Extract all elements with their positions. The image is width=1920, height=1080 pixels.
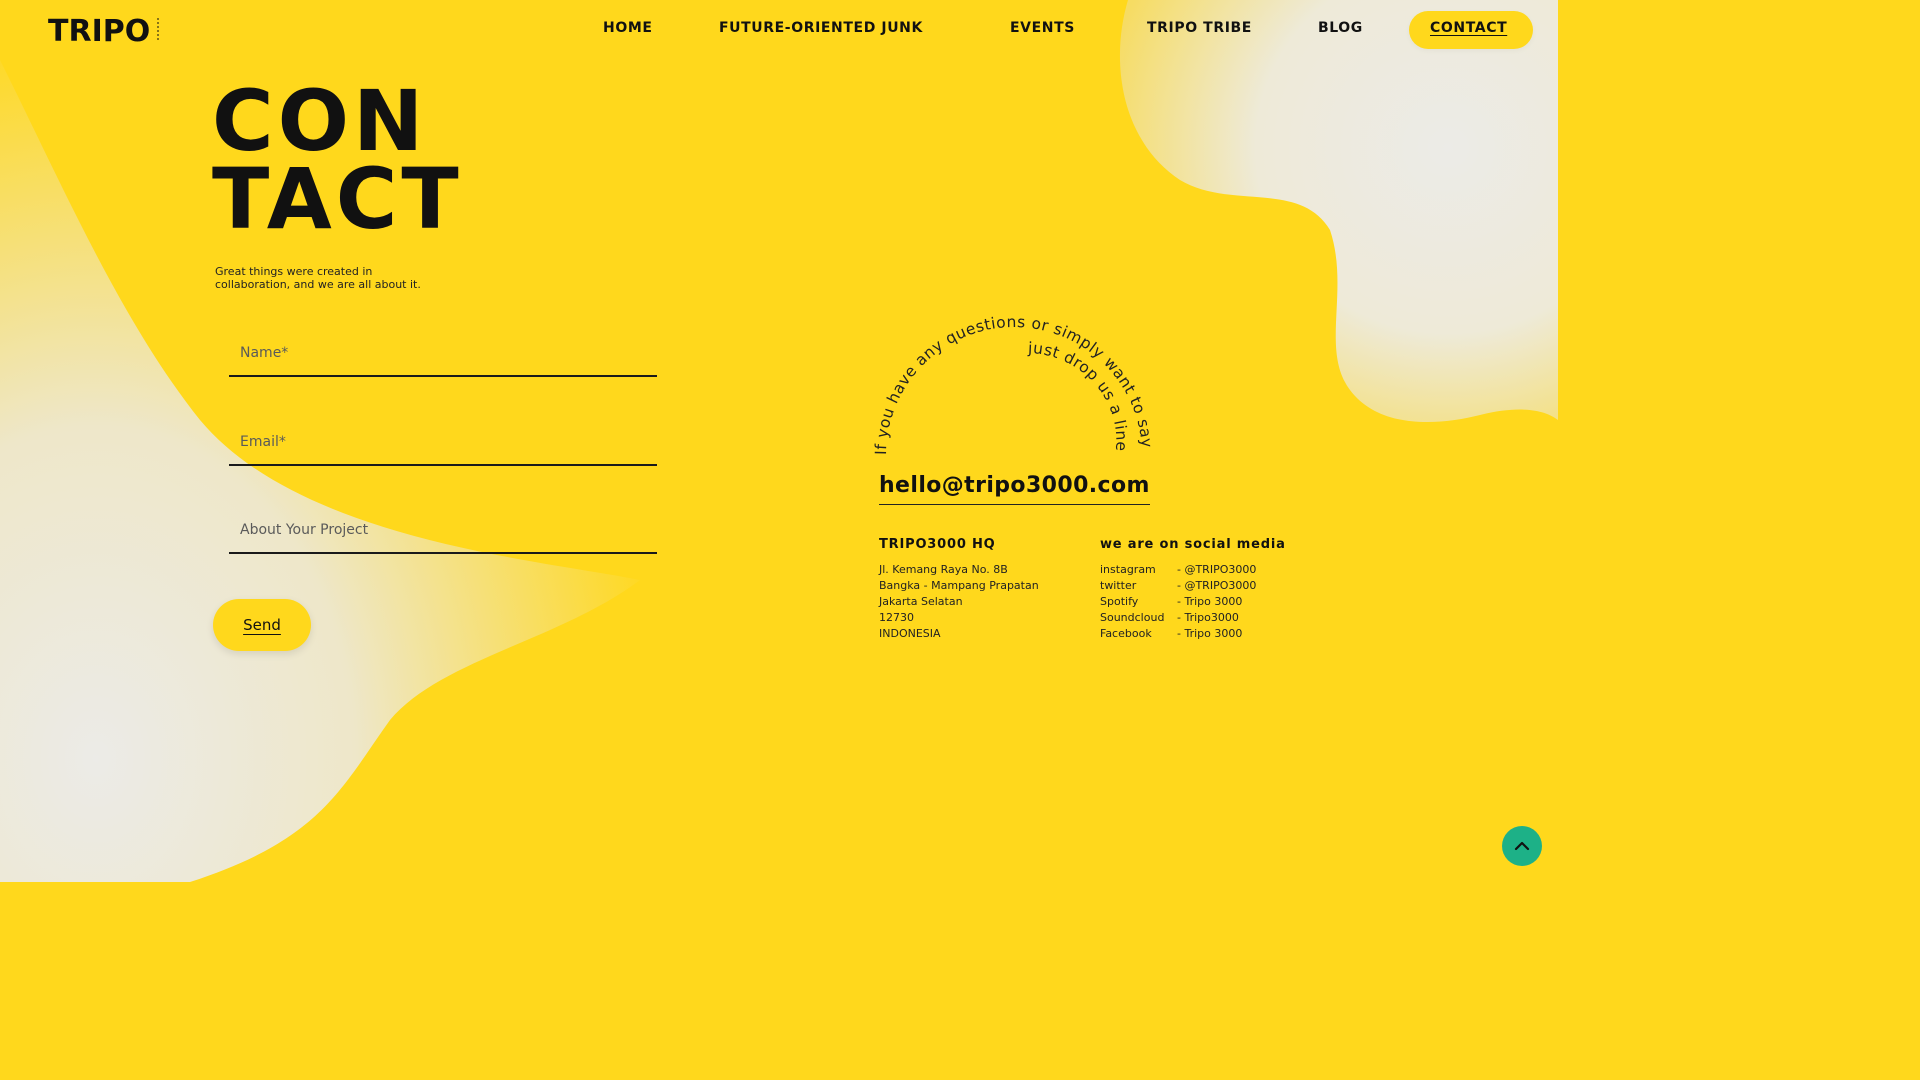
address-line: INDONESIA [879,627,941,640]
social-name: Spotify [1100,595,1139,608]
arc-invitation-text: If you have any questions or simply want… [860,305,1156,455]
logo-text: TRIPO [48,14,150,48]
address-line: Jl. Kemang Raya No. 8B [879,563,1008,576]
social-handle: - Tripo 3000 [1177,595,1243,608]
address-line: Bangka - Mampang Prapatan [879,579,1039,592]
social-links: instagram - @TRIPO3000 twitter - @TRIPO3… [1100,562,1256,642]
top-navigation: TRIPO HOME FUTURE-ORIENTED JUNK EVENTS T… [0,0,1558,60]
page-title: CON TACT [212,72,463,248]
social-name: instagram [1100,563,1156,576]
name-field-wrapper [229,331,657,377]
nav-blog[interactable]: BLOG [1318,20,1363,36]
social-link-twitter[interactable]: twitter - @TRIPO3000 [1100,578,1256,594]
nav-home[interactable]: HOME [603,20,653,36]
project-input[interactable] [238,514,642,546]
social-handle: - @TRIPO3000 [1177,579,1257,592]
hq-heading: TRIPO3000 HQ [879,537,996,552]
social-handle: - Tripo3000 [1177,611,1239,624]
social-link-instagram[interactable]: instagram - @TRIPO3000 [1100,562,1256,578]
email-field-wrapper [229,420,657,466]
right-blob [1119,0,1558,423]
address-line: 12730 [879,611,914,624]
nav-tripo-tribe[interactable]: TRIPO TRIBE [1147,20,1252,36]
chevron-up-icon [1514,841,1530,851]
social-handle: - @TRIPO3000 [1177,563,1257,576]
nav-events[interactable]: EVENTS [1010,20,1075,36]
social-name: Facebook [1100,627,1152,640]
social-link-spotify[interactable]: Spotify - Tripo 3000 [1100,594,1256,610]
contact-email-link[interactable]: hello@tripo3000.com [879,473,1150,505]
address-line: Jakarta Selatan [879,595,963,608]
nav-contact[interactable]: CONTACT [1430,20,1507,36]
social-link-facebook[interactable]: Facebook - Tripo 3000 [1100,626,1256,642]
hq-address: Jl. Kemang Raya No. 8B Bangka - Mampang … [879,562,1039,642]
back-to-top-button[interactable] [1502,826,1542,866]
tripo-logo[interactable]: TRIPO [48,12,160,48]
social-link-soundcloud[interactable]: Soundcloud - Tripo3000 [1100,610,1256,626]
send-button[interactable]: Send [213,599,311,651]
social-heading: we are on social media [1100,537,1286,552]
arc-outer-text: If you have any questions or simply want… [860,305,1156,455]
social-handle: - Tripo 3000 [1177,627,1243,640]
page-title-line-1: CON [212,72,428,170]
page-subtitle: Great things were created in collaborati… [215,265,421,291]
project-field-wrapper [229,508,657,554]
social-name: Soundcloud [1100,611,1165,624]
social-name: twitter [1100,579,1137,592]
email-input[interactable] [238,426,642,458]
name-input[interactable] [238,337,642,369]
nav-future-oriented-junk[interactable]: FUTURE-ORIENTED JUNK [719,20,923,36]
page-title-line-2: TACT [212,150,463,248]
